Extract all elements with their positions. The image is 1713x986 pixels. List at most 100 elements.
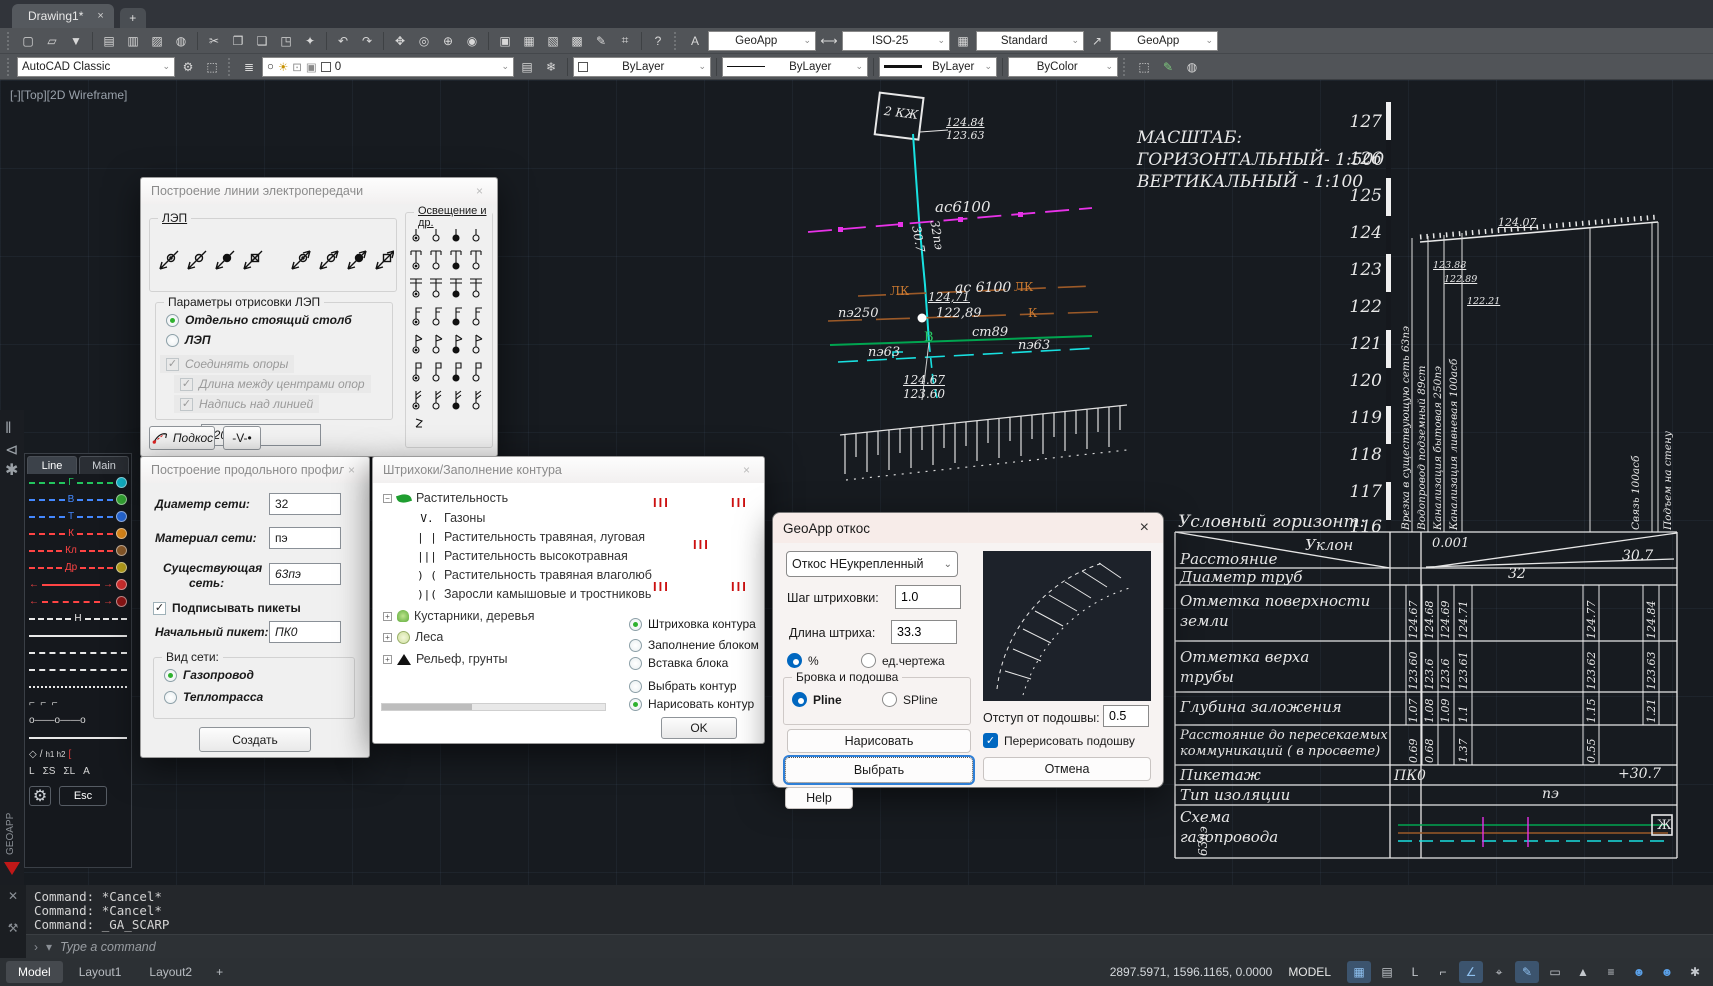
dash-length-field[interactable] bbox=[891, 620, 957, 644]
scarp-dialog-titlebar[interactable]: GeoApp откос × bbox=[773, 513, 1163, 543]
pan-icon[interactable]: ✥ bbox=[389, 31, 411, 51]
expand-box-icon[interactable]: + bbox=[383, 633, 392, 642]
tool-A[interactable]: A bbox=[83, 766, 90, 777]
isolate-icon[interactable]: ✱ bbox=[1683, 961, 1707, 983]
copy-icon[interactable]: ❐ bbox=[227, 31, 249, 51]
command-window[interactable]: ✕ ⚒ Command: *Cancel* Command: *Cancel* … bbox=[0, 885, 1713, 958]
cancel-button[interactable]: Отмена bbox=[983, 757, 1151, 781]
drawing-tab[interactable]: Drawing1* × bbox=[12, 4, 114, 28]
clip-icon[interactable]: ⬚ bbox=[1133, 57, 1155, 77]
linetype-row-kl[interactable]: Кл bbox=[25, 542, 131, 559]
symbol-row-profile[interactable]: ◇ / h1 h2 [ bbox=[25, 746, 131, 763]
diameter-field[interactable] bbox=[269, 493, 341, 515]
checkbox-span-length[interactable]: ✓ Длина между центрами опор bbox=[174, 375, 371, 393]
annotation-icon[interactable]: ▲ bbox=[1571, 961, 1595, 983]
layer-on-icon[interactable]: ○ bbox=[267, 61, 274, 73]
osnap-icon[interactable]: ∠ bbox=[1459, 961, 1483, 983]
v-button[interactable]: -V-• bbox=[223, 426, 261, 450]
customization-menu-icon[interactable]: ≡ bbox=[1599, 961, 1623, 983]
linetype-row-arrow2[interactable]: ←→ bbox=[25, 593, 131, 610]
tree-item-shrubs[interactable]: + Кустарники, деревья bbox=[383, 609, 534, 623]
help-button[interactable]: Help bbox=[785, 787, 853, 809]
esc-button[interactable]: Esc bbox=[59, 786, 107, 806]
start-picket-field[interactable] bbox=[269, 621, 341, 643]
radio-standalone-pole[interactable]: Отдельно стоящий столб bbox=[166, 313, 352, 327]
tool-SS[interactable]: ΣS bbox=[43, 766, 56, 777]
collapse-box-icon[interactable]: − bbox=[383, 494, 392, 503]
tab-layout2[interactable]: Layout2 bbox=[137, 961, 204, 983]
gear-icon[interactable]: ⚙ bbox=[29, 786, 51, 806]
existing-field[interactable] bbox=[269, 563, 341, 585]
sole-offset-field[interactable] bbox=[1103, 705, 1149, 727]
tree-horizontal-scrollbar[interactable] bbox=[381, 703, 606, 711]
layer-toggle-icon[interactable] bbox=[116, 494, 127, 505]
symbol-row-hooks[interactable]: ⌐ ⌐ ⌐ bbox=[25, 695, 131, 712]
table-style-combo[interactable]: Standard⌄ bbox=[976, 31, 1084, 51]
layer-lock-icon[interactable]: ▣ bbox=[306, 60, 317, 74]
layer-toggle-icon[interactable] bbox=[116, 562, 127, 573]
linetype-row-v[interactable]: В bbox=[25, 491, 131, 508]
layer-freeze-icon[interactable]: ❄ bbox=[540, 57, 562, 77]
designcenter-icon[interactable]: ▦ bbox=[518, 31, 540, 51]
text-style-icon[interactable]: A bbox=[684, 31, 706, 51]
settings-star-icon[interactable]: ✱ bbox=[5, 460, 18, 480]
radio-percent[interactable]: % bbox=[787, 653, 819, 668]
tool-L[interactable]: L bbox=[29, 766, 35, 777]
linetype-row-arrow1[interactable]: ←→ bbox=[25, 576, 131, 593]
voltage-field[interactable] bbox=[201, 424, 321, 446]
tree-item-reeds[interactable]: )|( Заросли камышовые и тростниковь bbox=[415, 587, 651, 601]
linetype-row-dash1[interactable] bbox=[25, 627, 131, 644]
publish-icon[interactable]: ▨ bbox=[146, 31, 168, 51]
new-tab-button[interactable]: + bbox=[120, 8, 146, 28]
tab-line[interactable]: Line bbox=[27, 456, 77, 474]
polar-icon[interactable]: ⌐ bbox=[1431, 961, 1455, 983]
selection-icon[interactable]: ⬚ bbox=[201, 57, 223, 77]
drawing-canvas[interactable]: [-][Top][2D Wireframe] 2 КЖ 124.84 123.6… bbox=[0, 80, 1713, 885]
close-icon[interactable]: × bbox=[1136, 519, 1153, 537]
linetype-row-dots[interactable] bbox=[25, 678, 131, 695]
symbol-row-line[interactable] bbox=[25, 729, 131, 746]
linetype-row-k[interactable]: К bbox=[25, 525, 131, 542]
radio-block-insert[interactable]: Вставка блока bbox=[629, 656, 728, 670]
table-style-icon[interactable]: ▦ bbox=[952, 31, 974, 51]
model-space-toggle[interactable]: MODEL bbox=[1276, 961, 1343, 983]
layer-plot-icon[interactable]: ⊡ bbox=[292, 60, 302, 74]
linetype-row-t[interactable]: Т bbox=[25, 508, 131, 525]
warning-triangle-icon[interactable] bbox=[4, 862, 20, 875]
tool-SL[interactable]: ΣL bbox=[63, 766, 75, 777]
tree-item-grass-meadow[interactable]: | | Растительность травяная, луговая bbox=[415, 530, 645, 544]
plot-style-combo[interactable]: ByColor⌄ bbox=[1008, 57, 1118, 77]
layer-sun-icon[interactable]: ☀ bbox=[278, 60, 288, 74]
linetype-row-dash2[interactable] bbox=[25, 644, 131, 661]
radio-heat[interactable]: Теплотрасса bbox=[164, 690, 263, 704]
mleader-style-icon[interactable]: ↗ bbox=[1086, 31, 1108, 51]
radio-spline[interactable]: SPline bbox=[882, 692, 938, 707]
help-icon[interactable]: ? bbox=[647, 31, 669, 51]
match-properties-icon[interactable]: ◳ bbox=[275, 31, 297, 51]
material-field[interactable] bbox=[269, 527, 341, 549]
toolbar-grip[interactable] bbox=[674, 32, 679, 50]
radio-select-contour[interactable]: Выбрать контур bbox=[629, 679, 737, 693]
dim-style-combo[interactable]: ISO-25⌄ bbox=[842, 31, 950, 51]
layer-toggle-icon[interactable] bbox=[116, 477, 127, 488]
create-button[interactable]: Создать bbox=[199, 727, 311, 752]
redo-icon[interactable]: ↷ bbox=[356, 31, 378, 51]
world-icon[interactable]: ◍ bbox=[1181, 57, 1203, 77]
linetype-row-n[interactable]: Н bbox=[25, 610, 131, 627]
linetype-row-g[interactable]: Г bbox=[25, 474, 131, 491]
workspace-combo[interactable]: AutoCAD Classic⌄ bbox=[17, 57, 175, 77]
layer-states-icon[interactable]: ▤ bbox=[516, 57, 538, 77]
zoom-window-icon[interactable]: ⊕ bbox=[437, 31, 459, 51]
expand-box-icon[interactable]: + bbox=[383, 655, 392, 664]
expand-box-icon[interactable]: + bbox=[383, 612, 392, 621]
tab-main[interactable]: Main bbox=[79, 456, 129, 474]
close-icon[interactable]: ✕ bbox=[8, 889, 18, 903]
radio-drawing-units[interactable]: ед.чертежа bbox=[861, 653, 945, 668]
radio-draw-contour[interactable]: Нарисовать контур bbox=[629, 697, 754, 711]
hatch-step-field[interactable] bbox=[895, 585, 961, 609]
lep-dialog-titlebar[interactable]: Построение линии электропередачи × bbox=[141, 178, 497, 204]
tree-item-relief[interactable]: + Рельеф, грунты bbox=[383, 652, 508, 666]
layer-combo[interactable]: ○ ☀ ⊡ ▣ 0 ⌄ bbox=[262, 57, 514, 77]
lineweight-icon[interactable]: ▭ bbox=[1543, 961, 1567, 983]
lep-pole-type-buttons[interactable] bbox=[154, 231, 394, 277]
